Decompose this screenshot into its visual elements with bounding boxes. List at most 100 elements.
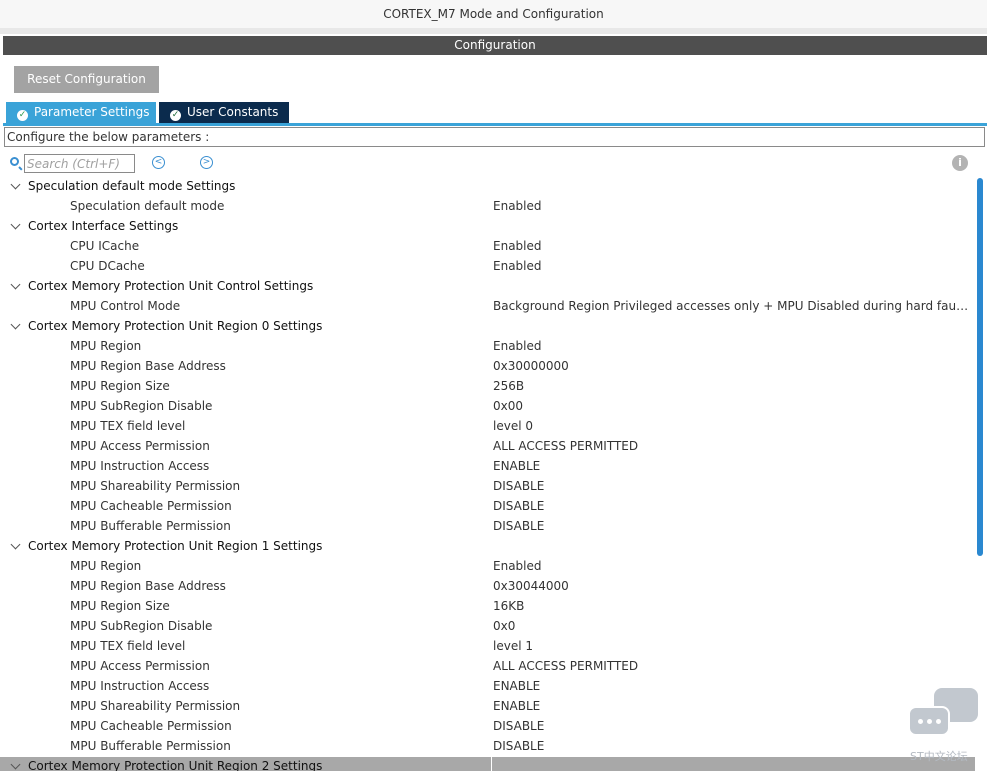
previous-match-icon[interactable]: < — [152, 156, 165, 169]
tab-user-constants[interactable]: ✓ User Constants — [159, 102, 289, 123]
tab-underline — [3, 123, 987, 126]
parameter-value[interactable]: DISABLE — [493, 519, 971, 533]
parameter-row[interactable]: MPU Access Permission ALL ACCESS PERMITTE… — [0, 437, 975, 457]
parameter-value[interactable]: level 1 — [493, 639, 971, 653]
tree-group-row[interactable]: Cortex Memory Protection Unit Control Se… — [0, 277, 975, 297]
parameter-value[interactable]: DISABLE — [493, 479, 971, 493]
parameter-value[interactable]: Background Region Privileged accesses on… — [493, 299, 971, 313]
parameter-row[interactable]: MPU Region Base Address 0x30000000 — [0, 357, 975, 377]
tree-group-row[interactable]: Speculation default mode Settings — [0, 177, 975, 197]
parameter-tree: Speculation default mode Settings Specula… — [0, 177, 975, 771]
parameter-label: MPU Shareability Permission — [70, 479, 241, 493]
parameter-value[interactable]: level 0 — [493, 419, 971, 433]
parameter-row[interactable]: MPU Cacheable Permission DISABLE — [0, 497, 975, 517]
chat-bubble-icon — [908, 706, 950, 736]
tree-group-label: Cortex Interface Settings — [28, 219, 179, 233]
parameter-value[interactable]: Enabled — [493, 239, 971, 253]
parameter-row[interactable]: MPU Shareability Permission ENABLE — [0, 697, 975, 717]
tab-label: Parameter Settings — [34, 105, 150, 119]
parameter-label: MPU Cacheable Permission — [70, 719, 232, 733]
search-input[interactable] — [24, 154, 135, 173]
watermark-logo: ST中文论坛 — [906, 686, 982, 766]
parameter-row[interactable]: MPU Region Size 256B — [0, 377, 975, 397]
parameter-value[interactable]: ENABLE — [493, 679, 971, 693]
parameter-row[interactable]: MPU Shareability Permission DISABLE — [0, 477, 975, 497]
search-icon — [10, 157, 19, 166]
configure-description: Configure the below parameters : — [4, 127, 985, 147]
parameter-value[interactable]: 0x00 — [493, 399, 971, 413]
parameter-row[interactable]: MPU Bufferable Permission DISABLE — [0, 737, 975, 757]
info-icon[interactable]: i — [952, 155, 968, 171]
tree-group-row[interactable]: Cortex Interface Settings — [0, 217, 975, 237]
tab-parameter-settings[interactable]: ✓ Parameter Settings — [6, 102, 156, 123]
reset-configuration-button[interactable]: Reset Configuration — [14, 66, 159, 93]
parameter-row[interactable]: CPU ICache Enabled — [0, 237, 975, 257]
check-circle-icon: ✓ — [17, 110, 28, 121]
parameter-value[interactable]: Enabled — [493, 199, 971, 213]
parameter-label: MPU TEX field level — [70, 419, 186, 433]
parameter-label: MPU Access Permission — [70, 439, 210, 453]
next-match-icon[interactable]: > — [200, 156, 213, 169]
parameter-value[interactable]: 0x0 — [493, 619, 971, 633]
configuration-header: Configuration — [3, 36, 987, 55]
parameter-label: MPU Region — [70, 339, 142, 353]
tab-label: User Constants — [187, 105, 279, 119]
parameter-value[interactable]: DISABLE — [493, 739, 971, 753]
parameter-value[interactable]: 0x30044000 — [493, 579, 971, 593]
parameter-row[interactable]: MPU Region Base Address 0x30044000 — [0, 577, 975, 597]
parameter-label: Speculation default mode — [70, 199, 225, 213]
chevron-down-icon[interactable] — [11, 181, 21, 191]
parameter-value[interactable]: ALL ACCESS PERMITTED — [493, 439, 971, 453]
parameter-value[interactable]: ENABLE — [493, 459, 971, 473]
scrollbar-thumb[interactable] — [977, 178, 983, 556]
tree-group-row[interactable]: Cortex Memory Protection Unit Region 2 S… — [0, 757, 975, 771]
chevron-down-icon[interactable] — [11, 761, 21, 771]
parameter-row[interactable]: MPU SubRegion Disable 0x0 — [0, 617, 975, 637]
parameter-value[interactable]: 0x30000000 — [493, 359, 971, 373]
parameter-row[interactable]: MPU Access Permission ALL ACCESS PERMITTE… — [0, 657, 975, 677]
parameter-row[interactable]: MPU Bufferable Permission DISABLE — [0, 517, 975, 537]
parameter-label: MPU Shareability Permission — [70, 699, 241, 713]
parameter-value[interactable]: DISABLE — [493, 499, 971, 513]
tree-group-label: Speculation default mode Settings — [28, 179, 236, 193]
chevron-down-icon[interactable] — [11, 541, 21, 551]
parameter-value[interactable]: ENABLE — [493, 699, 971, 713]
parameter-row[interactable]: MPU Control Mode Background Region Privil… — [0, 297, 975, 317]
parameter-row[interactable]: Speculation default mode Enabled — [0, 197, 975, 217]
parameter-row[interactable]: MPU TEX field level level 1 — [0, 637, 975, 657]
chevron-down-icon[interactable] — [11, 321, 21, 331]
parameter-label: MPU Instruction Access — [70, 679, 210, 693]
parameter-row[interactable]: MPU TEX field level level 0 — [0, 417, 975, 437]
parameter-value[interactable]: 256B — [493, 379, 971, 393]
parameter-label: MPU Control Mode — [70, 299, 181, 313]
parameter-value[interactable]: Enabled — [493, 259, 971, 273]
parameter-row[interactable]: MPU SubRegion Disable 0x00 — [0, 397, 975, 417]
parameter-value[interactable]: 16KB — [493, 599, 971, 613]
chevron-down-icon[interactable] — [11, 281, 21, 291]
parameter-row[interactable]: MPU Cacheable Permission DISABLE — [0, 717, 975, 737]
tree-group-label: Cortex Memory Protection Unit Region 1 S… — [28, 539, 323, 553]
column-divider — [491, 757, 492, 771]
check-circle-icon: ✓ — [170, 110, 181, 121]
chevron-down-icon[interactable] — [11, 221, 21, 231]
parameter-row[interactable]: MPU Region Size 16KB — [0, 597, 975, 617]
window-title: CORTEX_M7 Mode and Configuration — [0, 0, 987, 28]
tree-group-row[interactable]: Cortex Memory Protection Unit Region 1 S… — [0, 537, 975, 557]
parameter-label: MPU TEX field level — [70, 639, 186, 653]
parameter-label: MPU SubRegion Disable — [70, 399, 213, 413]
parameter-row[interactable]: MPU Instruction Access ENABLE — [0, 457, 975, 477]
tree-group-label: Cortex Memory Protection Unit Control Se… — [28, 279, 314, 293]
tree-group-row[interactable]: Cortex Memory Protection Unit Region 0 S… — [0, 317, 975, 337]
parameter-label: MPU Bufferable Permission — [70, 519, 231, 533]
parameter-label: MPU Region Base Address — [70, 579, 226, 593]
parameter-row[interactable]: MPU Instruction Access ENABLE — [0, 677, 975, 697]
parameter-label: MPU Cacheable Permission — [70, 499, 232, 513]
parameter-value[interactable]: Enabled — [493, 559, 971, 573]
parameter-row[interactable]: MPU Region Enabled — [0, 557, 975, 577]
parameter-row[interactable]: CPU DCache Enabled — [0, 257, 975, 277]
parameter-value[interactable]: ALL ACCESS PERMITTED — [493, 659, 971, 673]
watermark-text: ST中文论坛 — [910, 750, 968, 763]
parameter-row[interactable]: MPU Region Enabled — [0, 337, 975, 357]
parameter-value[interactable]: DISABLE — [493, 719, 971, 733]
parameter-value[interactable]: Enabled — [493, 339, 971, 353]
